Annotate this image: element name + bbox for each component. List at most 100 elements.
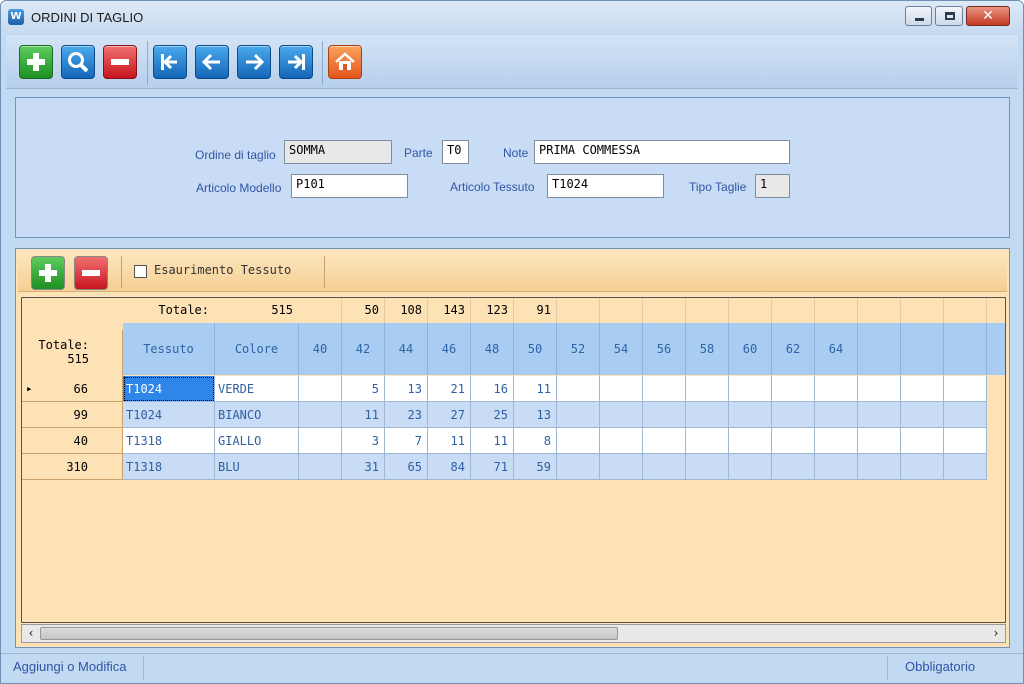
quantity-cell[interactable]: [901, 454, 944, 480]
quantity-cell[interactable]: 3: [342, 428, 385, 454]
tessuto-field[interactable]: T1024: [547, 174, 664, 198]
quantity-cell[interactable]: [772, 402, 815, 428]
quantity-cell[interactable]: 59: [514, 454, 557, 480]
tessuto-cell[interactable]: T1024: [123, 402, 215, 428]
column-header[interactable]: 56: [643, 323, 686, 375]
previous-record-button[interactable]: [195, 45, 229, 79]
minimize-button[interactable]: [905, 6, 932, 26]
quantity-cell[interactable]: 25: [471, 402, 514, 428]
colore-cell[interactable]: VERDE: [215, 376, 299, 402]
quantity-cell[interactable]: 31: [342, 454, 385, 480]
quantity-cell[interactable]: [299, 454, 342, 480]
last-record-button[interactable]: [279, 45, 313, 79]
home-button[interactable]: [328, 45, 362, 79]
column-header[interactable]: 58: [686, 323, 729, 375]
column-header[interactable]: Tessuto: [123, 323, 215, 375]
quantity-cell[interactable]: [901, 376, 944, 402]
title-bar[interactable]: W ORDINI DI TAGLIO ✕: [1, 1, 1023, 33]
quantity-cell[interactable]: [815, 428, 858, 454]
quantity-cell[interactable]: [901, 402, 944, 428]
colore-cell[interactable]: GIALLO: [215, 428, 299, 454]
quantity-cell[interactable]: [643, 376, 686, 402]
first-record-button[interactable]: [153, 45, 187, 79]
scrollbar-thumb[interactable]: [40, 627, 618, 640]
quantity-cell[interactable]: [299, 376, 342, 402]
quantity-cell[interactable]: 8: [514, 428, 557, 454]
maximize-button[interactable]: [935, 6, 963, 26]
parte-field[interactable]: T0: [442, 140, 469, 164]
tessuto-cell[interactable]: T1024: [123, 376, 215, 402]
quantity-cell[interactable]: [686, 402, 729, 428]
column-header[interactable]: 42: [342, 323, 385, 375]
quantity-cell[interactable]: [643, 428, 686, 454]
quantity-cell[interactable]: [299, 402, 342, 428]
quantity-cell[interactable]: [858, 454, 901, 480]
quantity-cell[interactable]: [686, 454, 729, 480]
quantity-cell[interactable]: [643, 402, 686, 428]
quantity-cell[interactable]: [686, 376, 729, 402]
quantity-cell[interactable]: [729, 376, 772, 402]
add-button[interactable]: [19, 45, 53, 79]
quantity-cell[interactable]: [600, 402, 643, 428]
quantity-cell[interactable]: 11: [514, 376, 557, 402]
column-header[interactable]: 44: [385, 323, 428, 375]
quantity-cell[interactable]: 5: [342, 376, 385, 402]
quantity-cell[interactable]: [901, 428, 944, 454]
quantity-cell[interactable]: 7: [385, 428, 428, 454]
scroll-left-icon[interactable]: ‹: [23, 626, 39, 642]
column-header[interactable]: [944, 323, 987, 375]
quantity-cell[interactable]: [858, 428, 901, 454]
esaurimento-checkbox[interactable]: [134, 265, 147, 278]
quantity-cell[interactable]: [944, 428, 987, 454]
quantity-cell[interactable]: [858, 376, 901, 402]
quantity-cell[interactable]: [299, 428, 342, 454]
tessuto-cell[interactable]: T1318: [123, 454, 215, 480]
column-header[interactable]: 40: [299, 323, 342, 375]
modello-field[interactable]: P101: [291, 174, 408, 198]
quantity-cell[interactable]: [815, 402, 858, 428]
quantity-cell[interactable]: 11: [428, 428, 471, 454]
quantity-cell[interactable]: [557, 376, 600, 402]
note-field[interactable]: PRIMA COMMESSA: [534, 140, 790, 164]
colore-cell[interactable]: BIANCO: [215, 402, 299, 428]
colore-cell[interactable]: BLU: [215, 454, 299, 480]
quantity-cell[interactable]: 13: [514, 402, 557, 428]
quantity-cell[interactable]: [944, 454, 987, 480]
quantity-cell[interactable]: [600, 376, 643, 402]
quantity-cell[interactable]: [815, 376, 858, 402]
quantity-cell[interactable]: 71: [471, 454, 514, 480]
column-header[interactable]: 64: [815, 323, 858, 375]
quantity-cell[interactable]: 84: [428, 454, 471, 480]
quantity-cell[interactable]: [815, 454, 858, 480]
quantity-cell[interactable]: [858, 402, 901, 428]
grid-add-button[interactable]: [31, 256, 65, 290]
column-header[interactable]: [858, 323, 901, 375]
column-header[interactable]: 54: [600, 323, 643, 375]
quantity-cell[interactable]: [944, 402, 987, 428]
quantity-cell[interactable]: [772, 428, 815, 454]
quantity-cell[interactable]: 23: [385, 402, 428, 428]
column-header[interactable]: Colore: [215, 323, 299, 375]
next-record-button[interactable]: [237, 45, 271, 79]
column-header[interactable]: 62: [772, 323, 815, 375]
column-header[interactable]: 48: [471, 323, 514, 375]
quantity-cell[interactable]: 21: [428, 376, 471, 402]
column-header[interactable]: 60: [729, 323, 772, 375]
horizontal-scrollbar[interactable]: ‹ ›: [21, 624, 1006, 643]
column-header[interactable]: 46: [428, 323, 471, 375]
quantity-cell[interactable]: 11: [471, 428, 514, 454]
quantity-cell[interactable]: [557, 454, 600, 480]
quantity-cell[interactable]: 11: [342, 402, 385, 428]
quantity-cell[interactable]: 16: [471, 376, 514, 402]
tessuto-cell[interactable]: T1318: [123, 428, 215, 454]
column-header[interactable]: 50: [514, 323, 557, 375]
quantity-cell[interactable]: 13: [385, 376, 428, 402]
quantity-cell[interactable]: [600, 428, 643, 454]
ordine-field[interactable]: SOMMA: [284, 140, 392, 164]
quantity-cell[interactable]: [944, 376, 987, 402]
tipo-taglie-field[interactable]: 1: [755, 174, 790, 198]
quantity-cell[interactable]: [772, 454, 815, 480]
quantity-cell[interactable]: [557, 428, 600, 454]
search-button[interactable]: [61, 45, 95, 79]
quantity-cell[interactable]: 27: [428, 402, 471, 428]
